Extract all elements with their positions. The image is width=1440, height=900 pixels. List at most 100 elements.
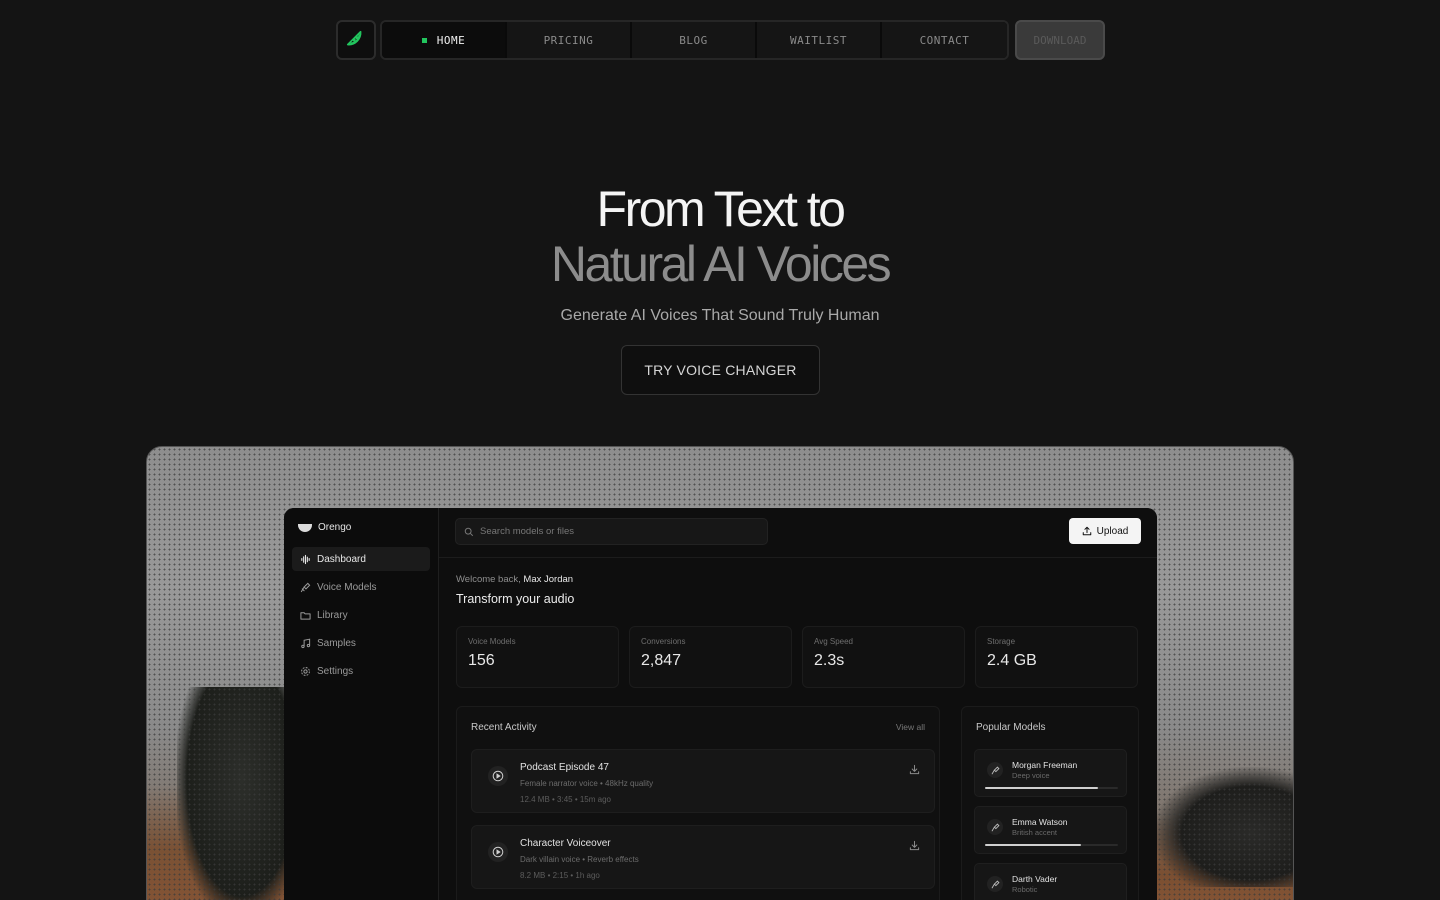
model-style: Robotic [1012,885,1038,894]
activity-title: Podcast Episode 47 [520,762,609,773]
nav-item-label: PRICING [543,33,594,47]
nav-item-blog[interactable]: BLOG [632,22,757,58]
logo-button[interactable] [336,20,376,60]
model-name: Morgan Freeman [1012,760,1078,770]
sidebar-item-voice-models[interactable]: Voice Models [292,575,430,599]
nav-item-label: BLOG [679,33,708,47]
sidebar-item-label: Library [317,609,348,621]
activity-item[interactable]: Podcast Episode 47 Female narrator voice… [471,749,935,813]
model-name: Darth Vader [1012,874,1058,884]
model-name: Emma Watson [1012,817,1068,827]
download-button[interactable]: DOWNLOAD [1015,20,1105,60]
download-icon[interactable] [909,764,920,775]
app-brand: Orengo [292,520,430,547]
popularity-fill [985,787,1099,789]
upload-icon [1082,526,1091,536]
sidebar-item-dashboard[interactable]: Dashboard [292,547,430,571]
hero-title-line1: From Text to [596,181,846,237]
stat-value: 156 [468,652,495,669]
nav-item-contact[interactable]: CONTACT [882,22,1007,58]
search-placeholder: Search models or files [480,526,574,537]
nav-item-label: WAITLIST [790,33,847,47]
model-style: Deep voice [1012,771,1050,780]
stat-card-storage: Storage 2.4 GB [975,626,1138,688]
app-topbar: Search models or files Upload [439,508,1157,558]
activity-meta: 12.4 MB • 3:45 • 15m ago [520,795,611,804]
gear-icon [300,666,311,677]
watermelon-slice-icon [346,30,362,46]
play-icon [492,770,504,782]
sidebar-item-label: Voice Models [317,581,377,593]
model-style: British accent [1012,828,1058,837]
user-name: Max Jordan [523,574,574,585]
panel-header: Popular Models [962,707,1138,733]
panel-header: Recent Activity View all [457,707,939,733]
popular-models-panel: Popular Models Morgan Freeman Deep voice… [961,706,1139,900]
welcome-prefix: Welcome back, [456,574,521,585]
stat-label: Avg Speed [814,637,853,646]
recent-activity-panel: Recent Activity View all Podcast Episode… [456,706,940,900]
nav-item-home[interactable]: HOME [382,22,507,58]
microphone-icon [987,876,1003,892]
microphone-icon [300,582,311,593]
panel-title: Recent Activity [471,722,537,733]
stat-card-avg-speed: Avg Speed 2.3s [802,626,965,688]
popularity-bar [985,844,1118,846]
view-all-link[interactable]: View all [896,722,925,733]
top-navigation: HOME PRICING BLOG WAITLIST CONTACT DOWNL… [336,20,1105,60]
model-card[interactable]: Darth Vader Robotic [974,863,1127,900]
nav-links: HOME PRICING BLOG WAITLIST CONTACT [380,20,1009,60]
sidebar-item-library[interactable]: Library [292,603,430,627]
popularity-bar [985,787,1118,789]
brand-name: Orengo [318,522,352,533]
stat-label: Voice Models [468,637,516,646]
active-indicator [421,37,427,43]
app-preview: Orengo Dashboard Voice Models Library Sa… [284,508,1157,900]
stat-value: 2.4 GB [987,652,1037,669]
microphone-icon [987,762,1003,778]
activity-meta: 8.2 MB • 2:15 • 1h ago [520,871,600,880]
stat-label: Conversions [641,637,686,646]
sidebar-item-label: Settings [317,665,354,677]
sidebar-item-settings[interactable]: Settings [292,659,430,683]
sidebar-item-samples[interactable]: Samples [292,631,430,655]
panel-title: Popular Models [976,722,1046,733]
activity-description: Dark villain voice • Reverb effects [520,855,639,864]
microphone-icon [987,819,1003,835]
music-note-icon [300,638,311,649]
activity-title: Character Voiceover [520,838,611,849]
folder-icon [300,610,311,621]
app-sidebar: Orengo Dashboard Voice Models Library Sa… [284,508,439,900]
play-icon [492,846,504,858]
popularity-fill [985,844,1081,846]
stat-value: 2,847 [641,652,682,669]
nav-item-waitlist[interactable]: WAITLIST [757,22,882,58]
stats-row: Voice Models 156 Conversions 2,847 Avg S… [456,626,1138,688]
nav-item-pricing[interactable]: PRICING [507,22,632,58]
sidebar-item-label: Dashboard [317,553,366,565]
stat-value: 2.3s [814,652,845,669]
page-title: Transform your audio [456,592,575,606]
nav-item-label: CONTACT [919,33,970,47]
upload-button[interactable]: Upload [1069,518,1141,544]
product-showcase: Orengo Dashboard Voice Models Library Sa… [146,446,1294,900]
model-card[interactable]: Morgan Freeman Deep voice [974,749,1127,797]
try-voice-changer-button[interactable]: TRY VOICE CHANGER [621,345,820,395]
orange-slice-icon [298,523,312,532]
download-icon[interactable] [909,840,920,851]
waveform-icon [300,554,311,565]
play-button[interactable] [488,766,508,786]
hero-title-line2: Natural AI Voices [550,236,892,292]
stat-card-voice-models: Voice Models 156 [456,626,619,688]
search-icon [464,527,474,536]
app-main: Search models or files Upload Welcome ba… [439,508,1157,900]
hero-subtitle: Generate AI Voices That Sound Truly Huma… [560,307,880,324]
activity-description: Female narrator voice • 48kHz quality [520,779,654,788]
stat-label: Storage [987,637,1016,646]
search-input[interactable]: Search models or files [455,518,768,545]
model-card[interactable]: Emma Watson British accent [974,806,1127,854]
activity-item[interactable]: Character Voiceover Dark villain voice •… [471,825,935,889]
nav-item-label: HOME [436,33,466,47]
play-button[interactable] [488,842,508,862]
welcome-text: Welcome back, Max Jordan [456,574,573,585]
